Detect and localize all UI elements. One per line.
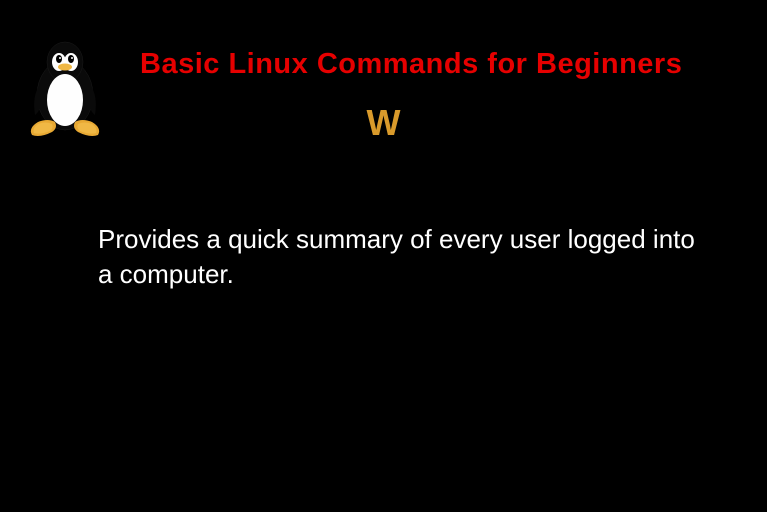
command-description: Provides a quick summary of every user l… [98,222,707,292]
slide-title: Basic Linux Commands for Beginners [140,48,747,81]
command-name: W [0,102,767,144]
